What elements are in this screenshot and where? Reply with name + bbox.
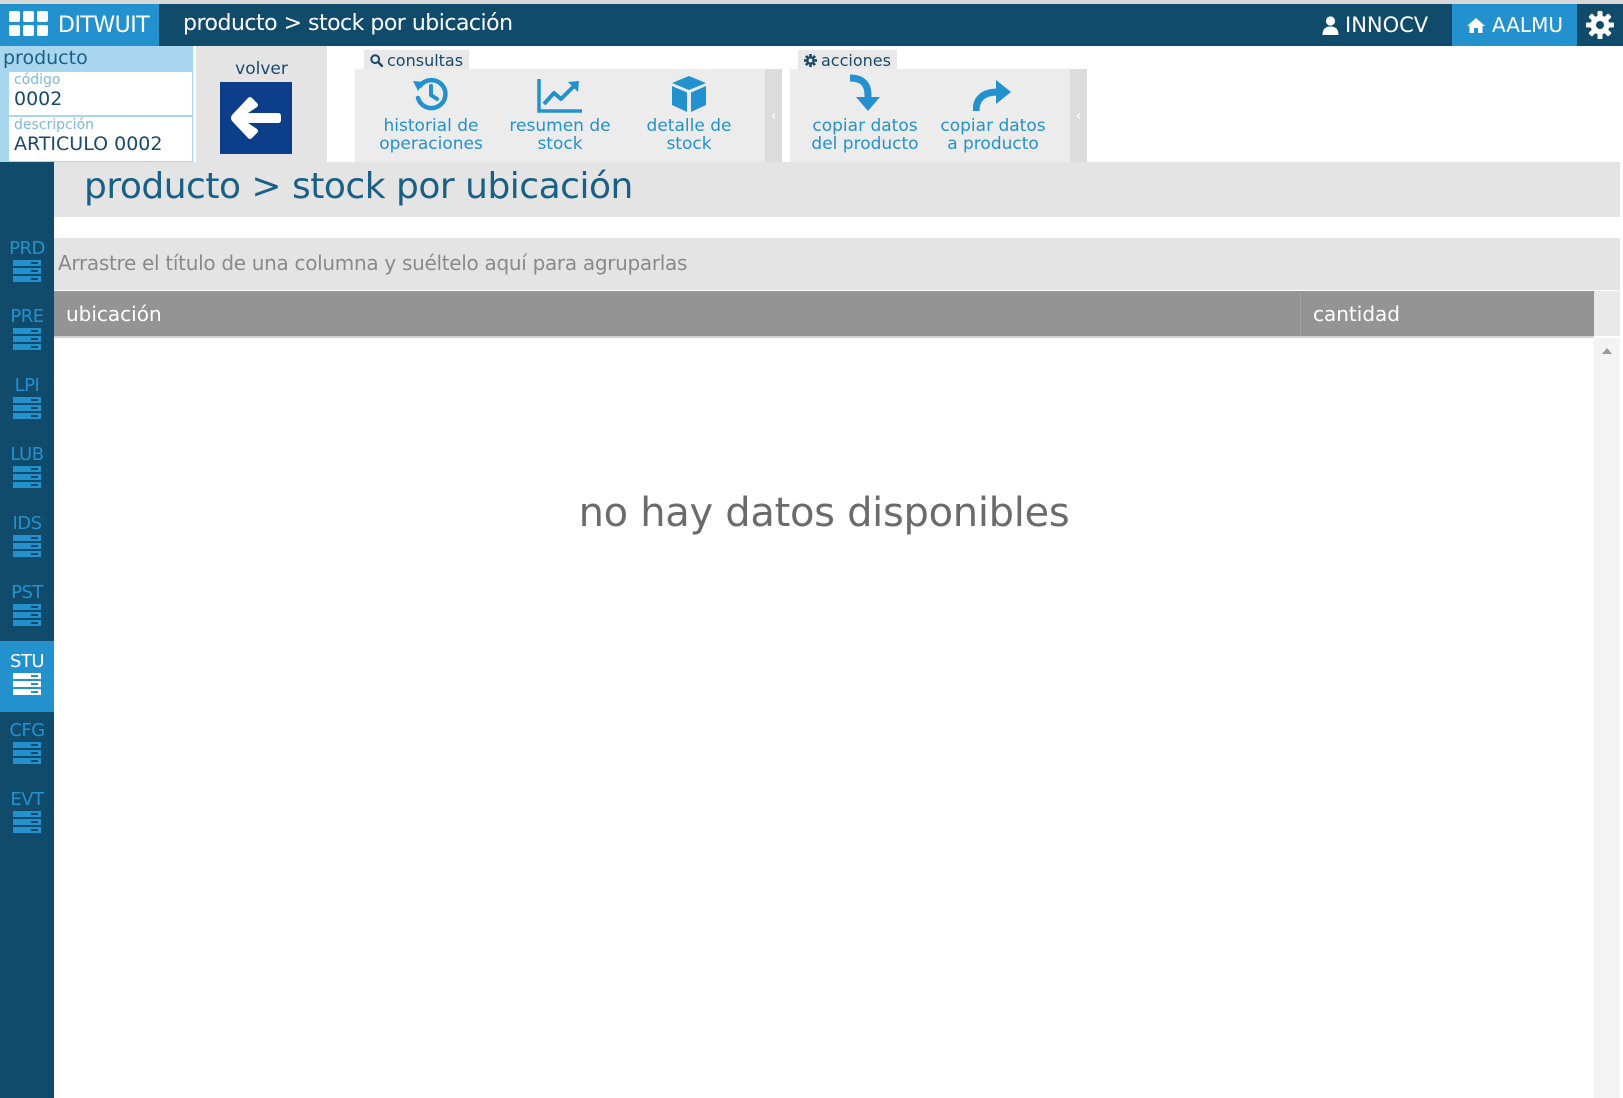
grid-scrollbar[interactable] (1594, 338, 1620, 1098)
list-icon (13, 535, 41, 557)
list-icon (13, 742, 41, 764)
empty-message: no hay datos disponibles (578, 490, 1070, 536)
warehouse-label: AALMU (1492, 13, 1563, 37)
history-button[interactable]: historial de operaciones (367, 69, 495, 162)
nav-item-label: CFG (9, 720, 45, 741)
product-code-field: código 0002 (8, 72, 192, 115)
grid-header-divider (54, 336, 1594, 338)
back-label: volver (235, 59, 288, 79)
copy-to-product-label: copiar datos a producto (940, 116, 1046, 154)
stock-summary-button[interactable]: resumen de stock (496, 69, 624, 162)
nav-item-label: LUB (10, 444, 44, 465)
product-heading: producto (3, 47, 88, 69)
consultas-collapse[interactable]: ‹ (765, 69, 782, 162)
consultas-group: historial de operaciones resumen de stoc… (355, 69, 765, 162)
list-icon (13, 260, 41, 282)
chevron-left-icon: ‹ (770, 107, 777, 124)
user-icon (1322, 15, 1339, 35)
history-button-label: historial de operaciones (379, 116, 483, 154)
history-icon (413, 77, 448, 111)
page-header: producto > stock por ubicación (54, 162, 1620, 217)
stock-detail-button-label: detalle de stock (646, 116, 732, 154)
copy-from-product-button[interactable]: copiar datos del producto (801, 69, 929, 162)
nav-item-lpi[interactable]: LPI (0, 368, 54, 436)
user-label: INNOCV (1345, 13, 1429, 37)
consultas-label: consultas (387, 50, 464, 70)
arrow-left-icon (231, 97, 281, 139)
share-icon (973, 80, 1011, 112)
list-icon (13, 397, 41, 419)
consultas-tab: consultas (364, 50, 470, 70)
list-icon (13, 811, 41, 833)
group-drop-area[interactable]: Arrastre el título de una columna y suél… (54, 238, 1620, 290)
chevron-left-icon: ‹ (1075, 107, 1082, 124)
nav-item-label: LPI (14, 375, 40, 396)
app-root: DITWUIT producto > stock por ubicación I… (0, 0, 1623, 1098)
list-icon (13, 328, 41, 350)
gear-small-icon (804, 53, 817, 67)
window-title: producto > stock por ubicación (183, 11, 513, 36)
warehouse-button[interactable]: AALMU (1452, 4, 1577, 46)
nav-item-pre[interactable]: PRE (0, 299, 54, 367)
brand-button[interactable]: DITWUIT (0, 4, 159, 46)
nav-item-ids[interactable]: IDS (0, 506, 54, 574)
back-panel: volver (196, 46, 327, 162)
list-icon (13, 673, 41, 695)
stock-detail-button[interactable]: detalle de stock (625, 69, 753, 162)
home-icon (1467, 17, 1486, 33)
top-bar: DITWUIT producto > stock por ubicación I… (0, 4, 1623, 46)
nav-item-pst[interactable]: PST (0, 575, 54, 643)
list-icon (13, 466, 41, 488)
copy-from-product-label: copiar datos del producto (811, 116, 919, 154)
apps-grid-icon (9, 11, 49, 39)
search-icon (370, 53, 383, 67)
side-nav: PRD PRE LPI LUB IDS PST STU CFG EVT (0, 162, 54, 1098)
product-description-field: descripción ARTICULO 0002 (8, 117, 192, 161)
nav-item-label: IDS (12, 513, 42, 534)
nav-item-prd[interactable]: PRD (0, 231, 54, 299)
gear-icon (1586, 11, 1614, 39)
product-info-panel: producto código 0002 descripción ARTICUL… (0, 46, 193, 162)
acciones-tab: acciones (798, 50, 897, 70)
nav-item-label: PRE (10, 306, 44, 327)
group-drop-hint: Arrastre el título de una columna y suél… (58, 251, 688, 275)
nav-item-label: PRD (9, 238, 45, 259)
nav-item-lub[interactable]: LUB (0, 437, 54, 505)
nav-item-label: PST (11, 582, 43, 603)
column-header-cantidad[interactable]: cantidad (1313, 302, 1400, 326)
grid-header: ubicación cantidad (54, 291, 1594, 336)
grid-header-spacer (1594, 291, 1620, 336)
product-code-label: código (14, 72, 61, 88)
copy-to-product-button[interactable]: copiar datos a producto (929, 69, 1057, 162)
acciones-label: acciones (821, 50, 891, 70)
nav-item-label: STU (9, 651, 45, 672)
acciones-collapse[interactable]: ‹ (1070, 69, 1087, 162)
list-icon (13, 604, 41, 626)
nav-item-evt[interactable]: EVT (0, 782, 54, 850)
page-title: producto > stock por ubicación (84, 166, 633, 207)
stock-summary-button-label: resumen de stock (509, 116, 611, 154)
column-header-ubicacion[interactable]: ubicación (66, 302, 162, 326)
column-separator (1300, 291, 1301, 336)
brand-label: DITWUIT (58, 12, 150, 38)
acciones-group: copiar datos del producto copiar datos a… (790, 69, 1070, 162)
cube-icon (672, 76, 706, 112)
user-button[interactable]: INNOCV (1322, 4, 1428, 46)
arrow-down-curved-icon (849, 74, 880, 111)
nav-item-label: EVT (10, 789, 44, 810)
back-button[interactable] (220, 82, 292, 154)
chart-line-icon (537, 79, 582, 113)
product-description-label: descripción (14, 117, 95, 133)
nav-item-stu[interactable]: STU (0, 641, 54, 712)
scroll-up-icon[interactable] (1602, 348, 1612, 354)
product-code-value: 0002 (14, 88, 63, 110)
settings-button[interactable] (1577, 4, 1623, 46)
product-description-value: ARTICULO 0002 (14, 133, 163, 155)
nav-item-cfg[interactable]: CFG (0, 713, 54, 781)
